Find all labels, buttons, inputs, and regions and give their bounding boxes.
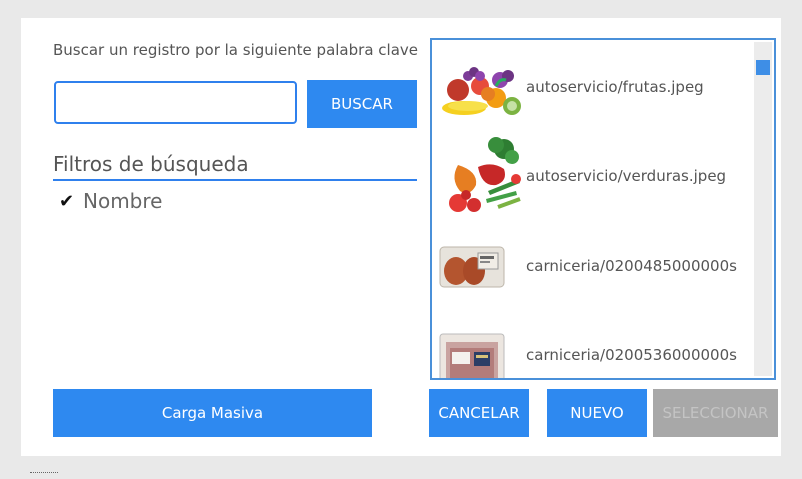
scrollbar[interactable] bbox=[754, 42, 772, 376]
cancel-button[interactable]: CANCELAR bbox=[429, 389, 529, 437]
filters-title: Filtros de búsqueda bbox=[53, 152, 249, 176]
list-item[interactable]: carniceria/0200485000000s bbox=[438, 223, 758, 309]
list-item[interactable]: autoservicio/frutas.jpeg bbox=[438, 44, 758, 130]
filter-label: Nombre bbox=[83, 189, 163, 213]
search-input[interactable] bbox=[54, 81, 297, 124]
sausage-package-image-icon bbox=[438, 225, 526, 307]
scrollbar-thumb[interactable] bbox=[756, 60, 770, 75]
select-button[interactable]: SELECCIONAR bbox=[653, 389, 778, 437]
search-dialog: Buscar un registro por la siguiente pala… bbox=[21, 18, 781, 456]
search-button[interactable]: BUSCAR bbox=[307, 80, 417, 128]
list-item-label: carniceria/0200536000000s bbox=[526, 346, 737, 364]
list-item[interactable]: carniceria/0200536000000s bbox=[438, 312, 758, 378]
list-item[interactable]: autoservicio/verduras.jpeg bbox=[438, 133, 758, 219]
list-item-label: autoservicio/verduras.jpeg bbox=[526, 167, 727, 185]
fruits-image-icon bbox=[438, 46, 526, 128]
background-artifact bbox=[30, 472, 58, 478]
list-item-label: carniceria/0200485000000s bbox=[526, 257, 737, 275]
vegetables-image-icon bbox=[438, 135, 526, 217]
meat-package-image-icon bbox=[438, 314, 526, 378]
search-prompt: Buscar un registro por la siguiente pala… bbox=[53, 41, 418, 59]
filter-option-nombre[interactable]: ✔ Nombre bbox=[59, 187, 162, 215]
results-list[interactable]: autoservicio/frutas.jpeg autoservicio/ve… bbox=[430, 38, 776, 380]
new-button[interactable]: NUEVO bbox=[547, 389, 647, 437]
bulk-load-button[interactable]: Carga Masiva bbox=[53, 389, 372, 437]
checkmark-icon: ✔ bbox=[59, 190, 75, 212]
list-item-label: autoservicio/frutas.jpeg bbox=[526, 78, 704, 96]
filters-divider bbox=[53, 179, 417, 181]
